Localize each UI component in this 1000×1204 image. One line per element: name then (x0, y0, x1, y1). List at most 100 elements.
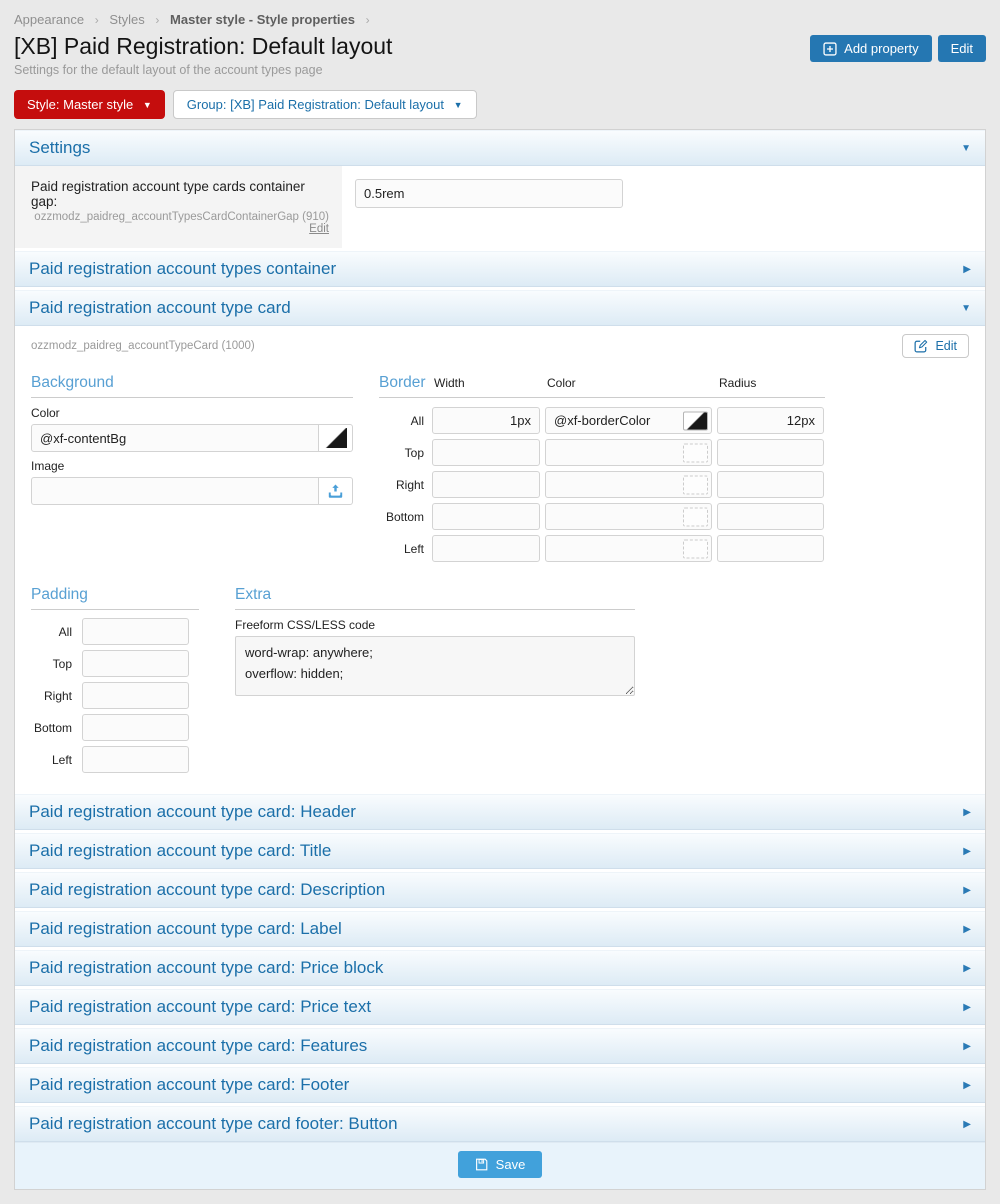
group-selector-label: Group: [XB] Paid Registration: Default l… (187, 97, 444, 112)
color-swatch-icon (325, 428, 347, 448)
padding-left-input[interactable] (82, 746, 189, 773)
border-width-all-input[interactable] (432, 407, 540, 434)
caret-down-icon: ▼ (143, 100, 152, 110)
property-label: Paid registration account type cards con… (31, 179, 329, 209)
border-width-column-label: Width (432, 376, 540, 390)
breadcrumb: Appearance › Styles › Master style - Sty… (14, 8, 986, 29)
freeform-css-textarea[interactable]: word-wrap: anywhere; overflow: hidden; (235, 636, 635, 696)
padding-row-label: Right (31, 689, 75, 703)
border-row-label: Left (379, 542, 427, 556)
section-header-card-description[interactable]: Paid registration account type card: Des… (15, 872, 985, 908)
padding-right-input[interactable] (82, 682, 189, 709)
border-radius-bottom-input[interactable] (717, 503, 824, 530)
section-header-card-title[interactable]: Paid registration account type card: Tit… (15, 833, 985, 869)
border-radius-right-input[interactable] (717, 471, 824, 498)
container-gap-input[interactable] (355, 179, 623, 208)
style-toolbar: Style: Master style ▼ Group: [XB] Paid R… (14, 90, 986, 119)
border-radius-all-input[interactable] (717, 407, 824, 434)
card-edit-label: Edit (935, 339, 957, 353)
padding-heading: Padding (31, 586, 88, 603)
background-color-input[interactable] (31, 424, 319, 452)
property-edit-link[interactable]: Edit (31, 223, 329, 235)
group-selector-button[interactable]: Group: [XB] Paid Registration: Default l… (173, 90, 477, 119)
section-header-card-price-text[interactable]: Paid registration account type card: Pri… (15, 989, 985, 1025)
caret-down-icon: ▼ (961, 143, 971, 154)
style-properties-container: Settings ▼ Paid registration account typ… (14, 129, 986, 1190)
border-width-right-input[interactable] (432, 471, 540, 498)
style-selector-label: Style: Master style (27, 97, 133, 112)
caret-right-icon: ▶ (963, 264, 971, 275)
border-row-label: Top (379, 446, 427, 460)
section-header-card-header[interactable]: Paid registration account type card: Hea… (15, 794, 985, 830)
page: Appearance › Styles › Master style - Sty… (0, 0, 1000, 1204)
section-header-card-label[interactable]: Paid registration account type card: Lab… (15, 911, 985, 947)
property-hint: ozzmodz_paidreg_accountTypesCardContaine… (31, 211, 329, 223)
section-title: Paid registration account types containe… (29, 259, 336, 279)
section-header-account-type-card[interactable]: Paid registration account type card ▼ (15, 290, 985, 326)
section-title: Paid registration account type card: Foo… (29, 1075, 349, 1095)
settings-body: Paid registration account type cards con… (15, 166, 985, 248)
empty-color-swatch-icon[interactable] (683, 507, 708, 526)
freeform-css-label: Freeform CSS/LESS code (235, 618, 635, 632)
edit-header-label: Edit (951, 41, 973, 56)
style-selector-button[interactable]: Style: Master style ▼ (14, 90, 165, 119)
border-width-left-input[interactable] (432, 535, 540, 562)
edit-header-button[interactable]: Edit (938, 35, 986, 62)
card-edit-button[interactable]: Edit (902, 334, 969, 358)
empty-color-swatch-icon[interactable] (683, 443, 708, 462)
breadcrumb-styles[interactable]: Styles (109, 12, 144, 27)
border-row-label: Right (379, 478, 427, 492)
section-header-card-footer-button[interactable]: Paid registration account type card foot… (15, 1106, 985, 1142)
border-width-top-input[interactable] (432, 439, 540, 466)
caret-right-icon: ▶ (963, 963, 971, 974)
extra-heading: Extra (235, 586, 271, 603)
plus-box-icon (823, 42, 837, 56)
section-title: Paid registration account type card: Tit… (29, 841, 331, 861)
breadcrumb-style-properties[interactable]: Master style - Style properties (170, 12, 355, 27)
page-header: Add property Edit [XB] Paid Registration… (14, 33, 986, 77)
section-header-card-features[interactable]: Paid registration account type card: Fea… (15, 1028, 985, 1064)
breadcrumb-separator-icon: › (95, 13, 99, 27)
padding-top-input[interactable] (82, 650, 189, 677)
save-button[interactable]: Save (458, 1151, 543, 1178)
background-image-input[interactable] (31, 477, 319, 505)
border-row-label: Bottom (379, 510, 427, 524)
section-title: Paid registration account type card: Lab… (29, 919, 342, 939)
empty-color-swatch-icon[interactable] (683, 475, 708, 494)
page-subtitle: Settings for the default layout of the a… (14, 63, 986, 77)
breadcrumb-separator-icon: › (366, 13, 370, 27)
border-color-column-label: Color (545, 376, 712, 390)
upload-icon (327, 483, 344, 499)
section-header-settings[interactable]: Settings ▼ (15, 130, 985, 166)
breadcrumb-appearance[interactable]: Appearance (14, 12, 84, 27)
padding-block: Padding All Top Right Bottom Left (31, 586, 199, 773)
color-swatch-icon[interactable] (683, 411, 708, 430)
background-image-label: Image (31, 459, 353, 473)
section-title: Paid registration account type card: Hea… (29, 802, 356, 822)
section-title: Paid registration account type card: Pri… (29, 997, 371, 1017)
section-header-account-types-container[interactable]: Paid registration account types containe… (15, 251, 985, 287)
upload-button[interactable] (319, 477, 353, 505)
color-picker-button[interactable] (319, 424, 353, 452)
padding-bottom-input[interactable] (82, 714, 189, 741)
breadcrumb-separator-icon: › (155, 13, 159, 27)
caret-down-icon: ▼ (454, 100, 463, 110)
padding-all-input[interactable] (82, 618, 189, 645)
border-row-label: All (379, 414, 427, 428)
border-block: Border Width Color Radius All (379, 374, 825, 562)
settings-property-info: Paid registration account type cards con… (15, 166, 342, 248)
caret-right-icon: ▶ (963, 807, 971, 818)
header-buttons: Add property Edit (810, 35, 986, 62)
border-width-bottom-input[interactable] (432, 503, 540, 530)
section-header-card-price-block[interactable]: Paid registration account type card: Pri… (15, 950, 985, 986)
add-property-button[interactable]: Add property (810, 35, 931, 62)
section-header-card-footer[interactable]: Paid registration account type card: Foo… (15, 1067, 985, 1103)
add-property-label: Add property (844, 41, 918, 56)
section-title: Paid registration account type card (29, 298, 291, 318)
property-hint: ozzmodz_paidreg_accountTypeCard (1000) (31, 340, 255, 352)
section-title: Settings (29, 138, 90, 158)
border-radius-left-input[interactable] (717, 535, 824, 562)
padding-row-label: Bottom (31, 721, 75, 735)
empty-color-swatch-icon[interactable] (683, 539, 708, 558)
border-radius-top-input[interactable] (717, 439, 824, 466)
